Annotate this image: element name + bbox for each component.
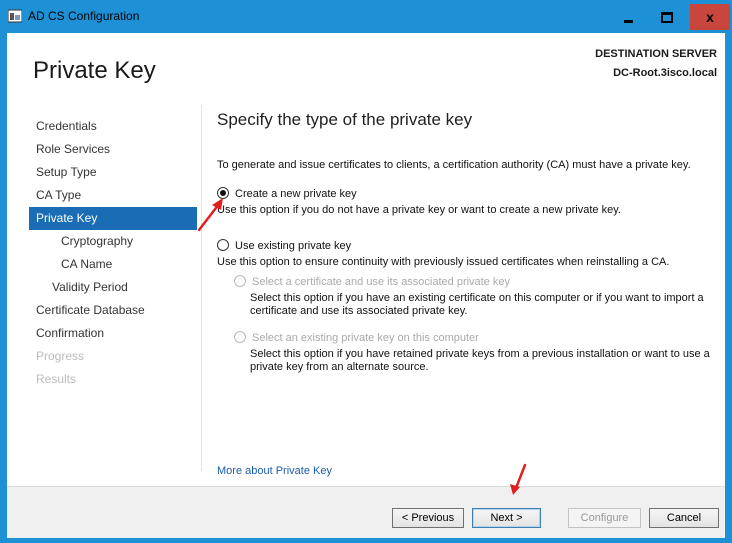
radio-use-existing-label: Use existing private key: [235, 240, 352, 252]
select-certificate-label: Select a certificate and use its associa…: [252, 276, 511, 288]
radio-select-certificate: Select a certificate and use its associa…: [234, 275, 510, 288]
page-title: Private Key: [33, 57, 156, 84]
server-manager-icon: [8, 9, 22, 23]
cancel-button[interactable]: Cancel: [649, 508, 719, 528]
maximize-icon: [661, 11, 673, 23]
nav-item-private-key[interactable]: Private Key: [29, 207, 197, 230]
content-heading: Specify the type of the private key: [217, 110, 473, 129]
destination-server-name: DC-Root.3isco.local: [613, 67, 717, 79]
nav-item-cryptography[interactable]: Cryptography: [29, 230, 197, 253]
nav-item-credentials[interactable]: Credentials: [29, 115, 197, 138]
nav-item-setup-type[interactable]: Setup Type: [29, 161, 197, 184]
minimize-icon: [623, 19, 633, 23]
create-new-description: Use this option if you do not have a pri…: [217, 204, 621, 216]
close-icon: x: [706, 9, 714, 25]
nav-item-confirmation[interactable]: Confirmation: [29, 322, 197, 345]
title-bar[interactable]: AD CS Configuration x: [0, 0, 732, 33]
radio-use-existing-private-key[interactable]: Use existing private key: [217, 239, 351, 252]
minimize-button[interactable]: [612, 4, 644, 30]
next-button[interactable]: Next >: [472, 508, 541, 528]
wizard-navigation: Credentials Role Services Setup Type CA …: [29, 115, 197, 391]
select-existing-key-description: Select this option if you have retained …: [250, 348, 710, 373]
use-existing-description: Use this option to ensure continuity wit…: [217, 256, 670, 268]
nav-item-ca-name[interactable]: CA Name: [29, 253, 197, 276]
nav-item-ca-type[interactable]: CA Type: [29, 184, 197, 207]
nav-item-results: Results: [36, 372, 77, 386]
more-about-private-key-link[interactable]: More about Private Key: [217, 465, 332, 477]
radio-unselected-icon[interactable]: [217, 239, 229, 251]
nav-item-progress: Progress: [36, 349, 85, 363]
close-button[interactable]: x: [690, 4, 730, 30]
radio-disabled-icon: [234, 275, 246, 287]
destination-server-label: DESTINATION SERVER: [595, 48, 717, 60]
content-pane: Specify the type of the private key To g…: [217, 110, 722, 373]
nav-item-validity-period[interactable]: Validity Period: [29, 276, 197, 299]
nav-divider: [201, 105, 202, 471]
nav-item-role-services[interactable]: Role Services: [29, 138, 197, 161]
configure-button: Configure: [568, 508, 641, 528]
select-certificate-description: Select this option if you have an existi…: [250, 292, 704, 317]
wizard-client-area: Private Key DESTINATION SERVER DC-Root.3…: [7, 33, 725, 538]
radio-disabled-icon: [234, 331, 246, 343]
annotation-arrow-icon: [197, 198, 223, 232]
previous-button[interactable]: < Previous: [392, 508, 464, 528]
intro-text: To generate and issue certificates to cl…: [217, 159, 691, 171]
ad-cs-configuration-window: AD CS Configuration x Private Key DESTIN…: [0, 0, 732, 543]
radio-create-new-label: Create a new private key: [235, 188, 357, 200]
window-title: AD CS Configuration: [28, 9, 140, 23]
radio-select-existing-key: Select an existing private key on this c…: [234, 331, 479, 344]
maximize-button[interactable]: [651, 4, 683, 30]
annotation-arrow-icon: [510, 463, 527, 495]
nav-item-certificate-database[interactable]: Certificate Database: [29, 299, 197, 322]
select-existing-key-label: Select an existing private key on this c…: [252, 332, 479, 344]
wizard-footer: < Previous Next > Configure Cancel: [7, 486, 725, 538]
radio-create-new-private-key[interactable]: Create a new private key: [217, 187, 357, 200]
